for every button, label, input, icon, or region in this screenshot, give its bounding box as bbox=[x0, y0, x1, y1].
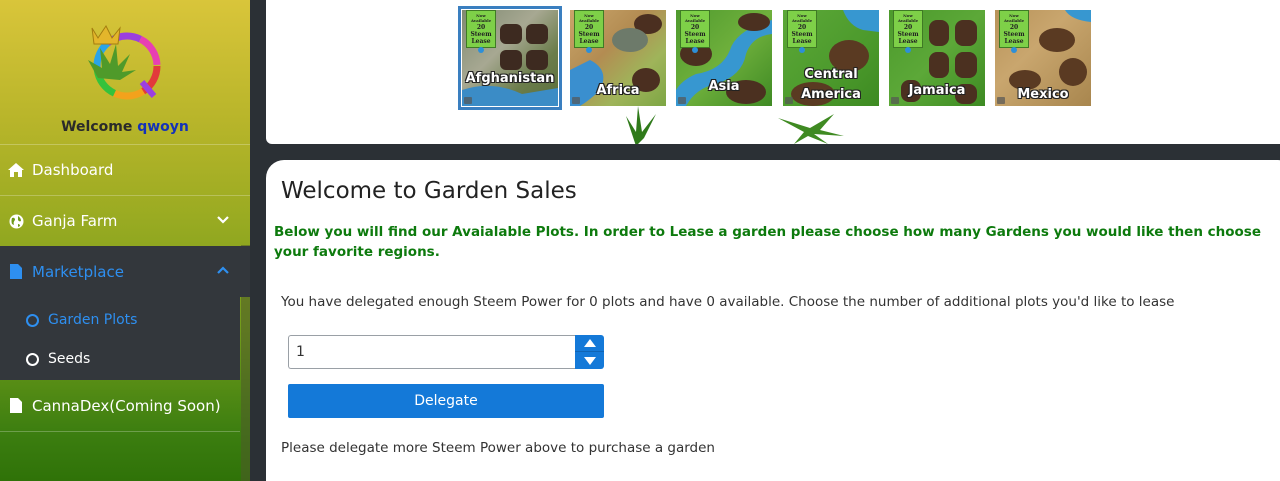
region-tile-mexico[interactable]: Now Available 20 Steem Lease Mexico bbox=[995, 10, 1091, 106]
submenu-item-label: Garden Plots bbox=[48, 312, 138, 328]
username[interactable]: qwoyn bbox=[137, 119, 189, 135]
tag-top-text: Now Available bbox=[470, 13, 492, 23]
region-tile-central-america[interactable]: Now Available 20 Steem Lease Central Ameri… bbox=[783, 10, 879, 106]
caret-up-icon bbox=[583, 339, 596, 347]
region-tile-afghanistan[interactable]: Now Available 20 Steem Lease Afghanistan bbox=[458, 6, 562, 110]
sidebar-item-ganja-farm[interactable]: Ganja Farm bbox=[0, 195, 250, 246]
delegate-button[interactable]: Delegate bbox=[288, 384, 604, 418]
sidebar-item-label: Marketplace bbox=[32, 262, 124, 281]
sidebar-item-cannadex[interactable]: CannaDex(Coming Soon) bbox=[0, 380, 250, 431]
tag-lease: Lease bbox=[471, 38, 491, 45]
quantity-stepper-buttons[interactable] bbox=[575, 335, 604, 369]
tag-lease: Lease bbox=[1004, 38, 1024, 45]
lease-tag: Now Available 20 Steem Lease bbox=[999, 10, 1029, 53]
plot-quantity-input[interactable] bbox=[288, 335, 576, 369]
steem-icon bbox=[586, 47, 592, 53]
info-icon bbox=[997, 97, 1005, 104]
circle-icon bbox=[26, 313, 39, 327]
info-icon bbox=[572, 97, 580, 104]
cannabis-leaf-decoration bbox=[778, 114, 844, 144]
region-name-line2: America bbox=[801, 87, 861, 102]
cannabis-leaf-decoration bbox=[626, 106, 656, 144]
tag-top-text: Now Available bbox=[684, 13, 706, 23]
tag-lease: Lease bbox=[685, 38, 705, 45]
intro-text: Below you will find our Avaialable Plots… bbox=[274, 224, 1262, 260]
tag-lease: Lease bbox=[579, 38, 599, 45]
circle-icon bbox=[26, 352, 39, 366]
lease-tag: Now Available 20 Steem Lease bbox=[680, 10, 710, 53]
region-name: Africa bbox=[596, 83, 640, 98]
region-tile-africa[interactable]: Now Available 20 Steem Lease Africa bbox=[570, 10, 666, 106]
delegate-hint-text: Please delegate more Steem Power above t… bbox=[281, 440, 715, 456]
chevron-down-icon bbox=[217, 216, 229, 224]
tag-price: 20 Steem bbox=[791, 24, 813, 38]
home-icon bbox=[8, 162, 24, 178]
lease-tag: Now Available 20 Steem Lease bbox=[574, 10, 604, 53]
tag-price: 20 Steem bbox=[1003, 24, 1025, 38]
sidebar-divider bbox=[0, 431, 240, 432]
sidebar-item-label: Ganja Farm bbox=[32, 212, 118, 230]
info-icon bbox=[891, 97, 899, 104]
tag-top-text: Now Available bbox=[791, 13, 813, 23]
tag-price: 20 Steem bbox=[897, 24, 919, 38]
submenu-item-label: Seeds bbox=[48, 351, 91, 367]
region-name-line1: Central bbox=[804, 67, 858, 82]
decrement-button[interactable] bbox=[575, 352, 604, 369]
info-icon bbox=[464, 97, 472, 104]
increment-button[interactable] bbox=[575, 335, 604, 352]
region-tile-asia[interactable]: Now Available 20 Steem Lease Asia bbox=[676, 10, 772, 106]
welcome-prefix: Welcome bbox=[61, 119, 133, 135]
sidebar-item-dashboard[interactable]: Dashboard bbox=[0, 144, 250, 195]
app-logo bbox=[78, 20, 162, 104]
tag-price: 20 Steem bbox=[470, 24, 492, 38]
steem-icon bbox=[1011, 47, 1017, 53]
region-tile-jamaica[interactable]: Now Available 20 Steem Lease Jamaica bbox=[889, 10, 985, 106]
region-name: Jamaica bbox=[908, 83, 966, 98]
info-icon bbox=[678, 97, 686, 104]
garden-sales-panel bbox=[266, 160, 1280, 481]
steem-icon bbox=[692, 47, 698, 53]
region-selector-panel: Now Available 20 Steem Lease Afghanistan N… bbox=[266, 0, 1280, 144]
steem-icon bbox=[478, 47, 484, 53]
caret-down-icon bbox=[583, 356, 596, 365]
info-icon bbox=[785, 97, 793, 104]
submenu-item-garden-plots[interactable]: Garden Plots bbox=[26, 312, 137, 328]
chevron-up-icon bbox=[217, 266, 229, 274]
lease-tag: Now Available 20 Steem Lease bbox=[787, 10, 817, 53]
tag-top-text: Now Available bbox=[1003, 13, 1025, 23]
sidebar-item-label: Dashboard bbox=[32, 161, 114, 179]
sidebar-item-marketplace[interactable]: Marketplace bbox=[0, 246, 250, 297]
tag-lease: Lease bbox=[792, 38, 812, 45]
region-name: Asia bbox=[708, 79, 740, 94]
plot-quantity-stepper[interactable] bbox=[288, 335, 604, 369]
region-name: Afghanistan bbox=[465, 71, 555, 86]
tag-top-text: Now Available bbox=[897, 13, 919, 23]
region-name: Mexico bbox=[1017, 87, 1069, 102]
globe-icon bbox=[8, 213, 24, 229]
tag-price: 20 Steem bbox=[578, 24, 600, 38]
tag-price: 20 Steem bbox=[684, 24, 706, 38]
submenu-item-seeds[interactable]: Seeds bbox=[26, 351, 90, 367]
marketplace-submenu bbox=[0, 296, 240, 380]
lease-tag: Now Available 20 Steem Lease bbox=[466, 10, 496, 53]
tag-lease: Lease bbox=[898, 38, 918, 45]
document-icon bbox=[8, 398, 24, 414]
steem-icon bbox=[905, 47, 911, 53]
document-icon bbox=[8, 264, 24, 280]
steem-icon bbox=[799, 47, 805, 53]
lease-tag: Now Available 20 Steem Lease bbox=[893, 10, 923, 53]
tag-top-text: Now Available bbox=[578, 13, 600, 23]
delegation-status: You have delegated enough Steem Power fo… bbox=[281, 294, 1175, 310]
sidebar-item-label: CannaDex(Coming Soon) bbox=[32, 396, 221, 415]
page-title: Welcome to Garden Sales bbox=[281, 178, 577, 204]
welcome-message: Welcome qwoyn bbox=[0, 119, 250, 135]
